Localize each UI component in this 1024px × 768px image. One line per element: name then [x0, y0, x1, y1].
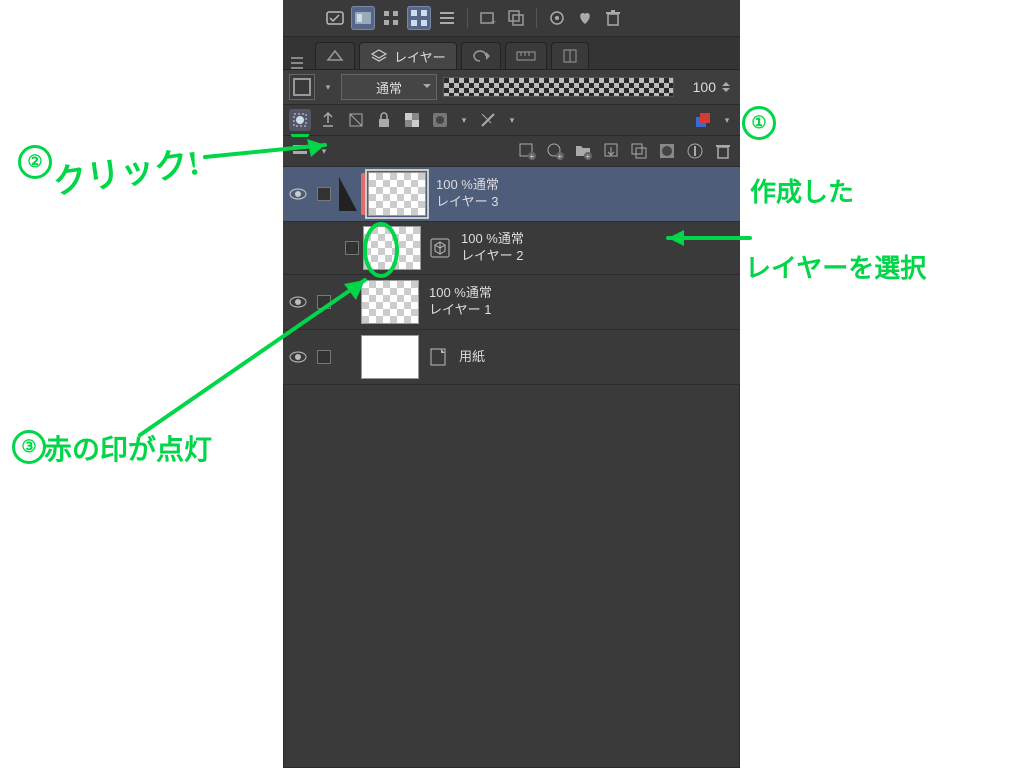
frame-add-icon[interactable]: + [476, 6, 500, 30]
lock-icon[interactable] [373, 109, 395, 131]
clip-mask-icon[interactable] [289, 109, 311, 131]
annotation-3-text: 赤の印が点灯 [44, 428, 212, 468]
layer-checkbox[interactable] [313, 187, 335, 201]
layer-list: 100 %通常 レイヤー 3 100 %通常 レイヤー 2 100 %通常 レイ… [283, 167, 740, 385]
svg-text:+: + [586, 152, 591, 160]
swatch-caret-icon[interactable]: ▾ [321, 75, 335, 99]
transfer-down-icon[interactable] [600, 140, 622, 162]
layer-name-text: レイヤー 1 [429, 302, 492, 319]
annotation-2-number: ② [18, 145, 52, 179]
panel-menu-caret-icon[interactable]: ▾ [317, 139, 331, 163]
trash-icon[interactable] [601, 6, 625, 30]
annotation-1-text-a: 作成した [750, 172, 854, 209]
thumbnail-card-icon[interactable] [351, 6, 375, 30]
new-layer-icon[interactable]: + [516, 140, 538, 162]
layer-color-icon[interactable] [692, 109, 714, 131]
layer-label: 100 %通常 レイヤー 3 [436, 177, 499, 211]
layer-thumbnail[interactable] [361, 280, 419, 324]
tab-layers[interactable]: レイヤー [359, 42, 457, 69]
annotation-1-number: ① [742, 106, 776, 140]
menu-icon[interactable] [287, 57, 307, 69]
layer-opacity-text: 100 %通常 [429, 285, 492, 302]
layer-panel: + レイヤー ▾ 通常 100 ▾ ▾ [283, 0, 740, 768]
layer-row-layer1[interactable]: 100 %通常 レイヤー 1 [283, 275, 740, 330]
tab-book[interactable] [551, 42, 589, 69]
annotation-3-number: ③ [12, 430, 46, 464]
panel-menu-icon[interactable] [289, 140, 311, 162]
visibility-icon[interactable] [283, 296, 313, 308]
layer-checkbox[interactable] [341, 241, 363, 255]
layer-thumbnail[interactable] [363, 226, 421, 270]
separator [536, 8, 537, 28]
layer-opacity-text: 100 %通常 [461, 231, 524, 248]
grid-large-icon[interactable] [407, 6, 431, 30]
layer-label: 用紙 [459, 349, 485, 366]
ruler-toggle-icon[interactable] [477, 109, 499, 131]
layer-row-layer2[interactable]: 100 %通常 レイヤー 2 [283, 222, 740, 275]
layer-row-layer3[interactable]: 100 %通常 レイヤー 3 [283, 167, 740, 222]
layers-stack-icon [370, 48, 388, 64]
layer-label: 100 %通常 レイヤー 1 [429, 285, 492, 319]
layer-thumbnail[interactable] [361, 335, 419, 379]
blend-mode-select[interactable]: 通常 [341, 74, 437, 100]
opacity-spinner[interactable] [722, 78, 734, 96]
svg-text:+: + [558, 152, 563, 160]
svg-text:+: + [491, 17, 496, 27]
panel-tabs: レイヤー [283, 37, 740, 70]
new-folder-icon[interactable]: + [572, 140, 594, 162]
ruler-caret-icon[interactable]: ▾ [505, 108, 519, 132]
list-icon[interactable] [435, 6, 459, 30]
delete-layer-icon[interactable] [712, 140, 734, 162]
pen-triangle-icon [335, 175, 361, 213]
merge-down-icon[interactable] [628, 140, 650, 162]
layer-thumbnail[interactable] [368, 172, 426, 216]
tab-ruler[interactable] [505, 42, 547, 69]
separator [467, 8, 468, 28]
heart-icon[interactable] [573, 6, 597, 30]
alpha-lock-icon[interactable] [401, 109, 423, 131]
blend-opacity-row: ▾ 通常 100 [283, 70, 740, 105]
annotation-1-text-b: レイヤーを選択 [745, 248, 926, 285]
layer-color-swatch[interactable] [289, 74, 315, 100]
settings-icon[interactable] [545, 6, 569, 30]
tab-undo[interactable] [461, 42, 501, 69]
tab-icon-only[interactable] [315, 42, 355, 69]
new-correction-layer-icon[interactable]: + [544, 140, 566, 162]
checklist-icon[interactable] [323, 6, 347, 30]
panel-toolbar: + [283, 0, 740, 37]
opacity-value: 100 [680, 79, 716, 95]
layer-tool-row-1: ▾ ▾ ▾ [283, 105, 740, 136]
red-indicator [361, 173, 366, 215]
cube-3d-icon [429, 237, 451, 259]
grid-small-icon[interactable] [379, 6, 403, 30]
mask-caret-icon[interactable]: ▾ [457, 108, 471, 132]
opacity-slider[interactable] [443, 77, 674, 97]
layer-tool-row-2: ▾ + + + [283, 136, 740, 167]
visibility-icon[interactable] [283, 188, 313, 200]
paper-icon [427, 346, 449, 368]
create-mask-icon[interactable] [656, 140, 678, 162]
apply-mask-icon[interactable] [684, 140, 706, 162]
layer-color-caret-icon[interactable]: ▾ [720, 108, 734, 132]
layer-checkbox[interactable] [313, 295, 335, 309]
layer-name-text: 用紙 [459, 349, 485, 366]
layer-row-paper[interactable]: 用紙 [283, 330, 740, 385]
annotation-2-text: クリック! [49, 135, 202, 204]
draft-layer-icon[interactable] [345, 109, 367, 131]
layer-name-text: レイヤー 2 [461, 248, 524, 265]
layer-opacity-text: 100 %通常 [436, 177, 499, 194]
layer-checkbox[interactable] [313, 350, 335, 364]
frame-copy-icon[interactable] [504, 6, 528, 30]
reference-layer-icon[interactable] [317, 109, 339, 131]
visibility-icon[interactable] [283, 351, 313, 363]
layer-label: 100 %通常 レイヤー 2 [461, 231, 524, 265]
mask-menu-icon[interactable] [429, 109, 451, 131]
svg-text:+: + [530, 152, 535, 160]
layer-name-text: レイヤー 3 [436, 194, 499, 211]
blend-mode-label: 通常 [376, 78, 402, 97]
tab-label: レイヤー [394, 47, 446, 66]
